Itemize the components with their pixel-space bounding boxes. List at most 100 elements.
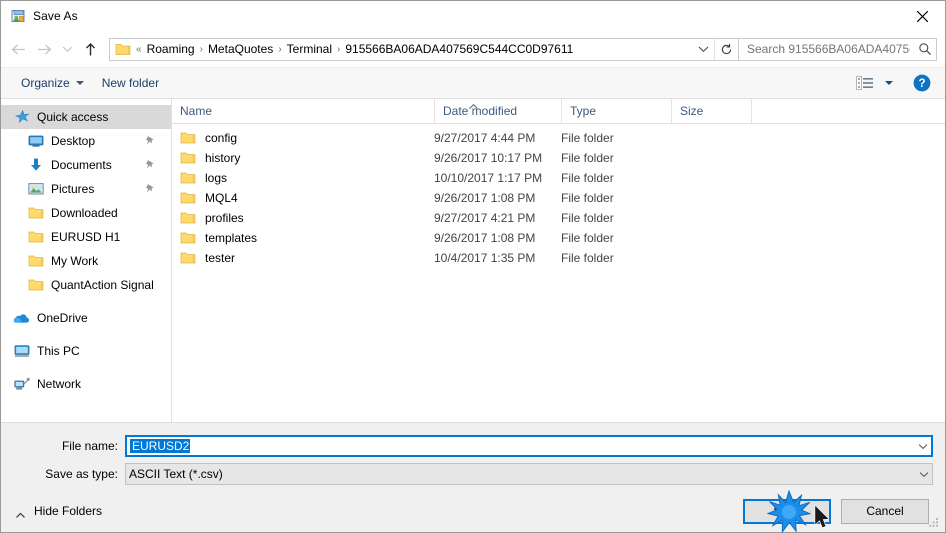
star-icon: [13, 109, 30, 125]
file-name-cell: MQL4: [172, 191, 434, 205]
file-name-label: logs: [205, 171, 228, 185]
file-rows: config 9/27/2017 4:44 PM File folder his…: [172, 124, 945, 422]
column-header-date-modified[interactable]: Date modified: [434, 99, 561, 123]
table-row[interactable]: config 9/27/2017 4:44 PM File folder: [172, 128, 945, 148]
navigation-bar: « Roaming › MetaQuotes › Terminal › 9155…: [1, 31, 945, 67]
table-row[interactable]: profiles 9/27/2017 4:21 PM File folder: [172, 208, 945, 228]
search-input[interactable]: [739, 42, 914, 56]
file-name-label: config: [205, 131, 238, 145]
sidebar-item-network[interactable]: Network: [1, 372, 171, 396]
help-icon[interactable]: ?: [913, 74, 931, 92]
type-cell: File folder: [561, 171, 614, 185]
date-modified-cell: 9/26/2017 10:17 PM: [434, 151, 543, 165]
new-folder-button[interactable]: New folder: [96, 73, 165, 93]
sidebar-item-this-pc[interactable]: This PC: [1, 339, 171, 363]
chevron-down-icon[interactable]: [692, 39, 714, 60]
dialog-footer: Hide Folders Save Cancel: [1, 490, 945, 532]
sidebar-item-downloaded[interactable]: Downloaded: [1, 201, 171, 225]
network-icon: [13, 376, 30, 392]
cancel-button[interactable]: Cancel: [841, 498, 929, 524]
navigation-sidebar: Quick access Desktop Documents Pictures …: [1, 99, 172, 422]
pin-icon[interactable]: [145, 135, 155, 147]
folder-icon: [115, 42, 131, 56]
pin-icon[interactable]: [145, 183, 155, 195]
folder-icon: [27, 205, 44, 221]
sidebar-item-label: This PC: [37, 344, 80, 358]
table-row[interactable]: logs 10/10/2017 1:17 PM File folder: [172, 168, 945, 188]
back-arrow-icon[interactable]: [5, 36, 31, 62]
breadcrumb-overflow[interactable]: «: [135, 44, 143, 55]
new-folder-label: New folder: [101, 76, 160, 90]
window-title: Save As: [33, 9, 78, 23]
file-name-cell: templates: [172, 231, 434, 245]
pin-icon[interactable]: [145, 159, 155, 171]
type-cell: File folder: [561, 151, 614, 165]
file-name-input[interactable]: EURUSD2: [125, 435, 933, 457]
save-as-type-select[interactable]: ASCII Text (*.csv): [125, 463, 933, 485]
save-button[interactable]: Save: [743, 498, 831, 524]
sidebar-item-quantaction-signal[interactable]: QuantAction Signal: [1, 273, 171, 297]
column-header-size[interactable]: Size: [671, 99, 751, 123]
recent-locations-chevron-icon[interactable]: [57, 36, 77, 62]
close-button[interactable]: [899, 1, 945, 31]
address-bar[interactable]: « Roaming › MetaQuotes › Terminal › 9155…: [109, 37, 739, 61]
sidebar-item-label: OneDrive: [37, 311, 88, 325]
save-form: File name: EURUSD2 Save as type: ASCII T…: [1, 422, 945, 490]
file-list-pane: Name Date modified Type Size config 9/27…: [172, 99, 945, 422]
table-row[interactable]: MQL4 9/26/2017 1:08 PM File folder: [172, 188, 945, 208]
organize-button[interactable]: Organize: [15, 73, 90, 93]
svg-text:?: ?: [918, 78, 925, 90]
forward-arrow-icon[interactable]: [31, 36, 57, 62]
folder-icon: [27, 253, 44, 269]
column-header-type[interactable]: Type: [561, 99, 671, 123]
toolbar-right-group: ?: [855, 74, 935, 92]
folder-icon: [180, 151, 196, 165]
table-row[interactable]: history 9/26/2017 10:17 PM File folder: [172, 148, 945, 168]
type-cell: File folder: [561, 251, 614, 265]
folder-icon: [27, 277, 44, 293]
view-options-icon[interactable]: [855, 75, 875, 91]
breadcrumb-item-0[interactable]: Roaming: [143, 42, 199, 56]
save-as-type-label: Save as type:: [45, 467, 118, 481]
column-header-name[interactable]: Name: [172, 99, 434, 123]
sidebar-divider: [1, 330, 171, 339]
save-as-type-row: Save as type: ASCII Text (*.csv): [1, 462, 945, 486]
file-name-cell: profiles: [172, 211, 434, 225]
breadcrumb-item-1[interactable]: MetaQuotes: [204, 42, 277, 56]
sidebar-item-documents[interactable]: Documents: [1, 153, 171, 177]
up-arrow-icon[interactable]: [77, 36, 103, 62]
breadcrumb-item-3[interactable]: 915566BA06ADA407569C544CC0D97611: [341, 42, 577, 56]
search-box[interactable]: [739, 37, 937, 61]
sidebar-item-my-work[interactable]: My Work: [1, 249, 171, 273]
sidebar-item-quick-access[interactable]: Quick access: [1, 105, 171, 129]
date-modified-cell: 9/27/2017 4:21 PM: [434, 211, 536, 225]
file-name-cell: tester: [172, 251, 434, 265]
file-name-label: tester: [205, 251, 236, 265]
save-as-dialog: Save As « Roaming › MetaQuotes › Termina…: [0, 0, 946, 533]
breadcrumb: « Roaming › MetaQuotes › Terminal › 9155…: [135, 42, 692, 56]
resize-grip-icon[interactable]: [928, 516, 941, 529]
sidebar-item-onedrive[interactable]: OneDrive: [1, 306, 171, 330]
dialog-body: Quick access Desktop Documents Pictures …: [1, 99, 945, 422]
file-name-label: history: [205, 151, 241, 165]
table-row[interactable]: templates 9/26/2017 1:08 PM File folder: [172, 228, 945, 248]
file-name-cell: history: [172, 151, 434, 165]
sidebar-item-pictures[interactable]: Pictures: [1, 177, 171, 201]
sidebar-item-desktop[interactable]: Desktop: [1, 129, 171, 153]
refresh-icon[interactable]: [714, 38, 738, 60]
type-cell: File folder: [561, 211, 614, 225]
chevron-down-icon[interactable]: [914, 443, 931, 450]
chevron-down-icon: [75, 81, 84, 85]
date-modified-cell: 10/10/2017 1:17 PM: [434, 171, 543, 185]
breadcrumb-item-2[interactable]: Terminal: [283, 42, 336, 56]
folder-icon: [180, 131, 196, 145]
hide-folders-button[interactable]: Hide Folders: [9, 500, 108, 522]
sidebar-item-label: My Work: [51, 254, 99, 268]
folder-icon: [180, 171, 196, 185]
table-row[interactable]: tester 10/4/2017 1:35 PM File folder: [172, 248, 945, 268]
file-name-cell: logs: [172, 171, 434, 185]
sidebar-item-eurusd-h1[interactable]: EURUSD H1: [1, 225, 171, 249]
chevron-down-icon[interactable]: [885, 81, 893, 85]
chevron-down-icon[interactable]: [915, 471, 932, 478]
folder-icon: [180, 211, 196, 225]
